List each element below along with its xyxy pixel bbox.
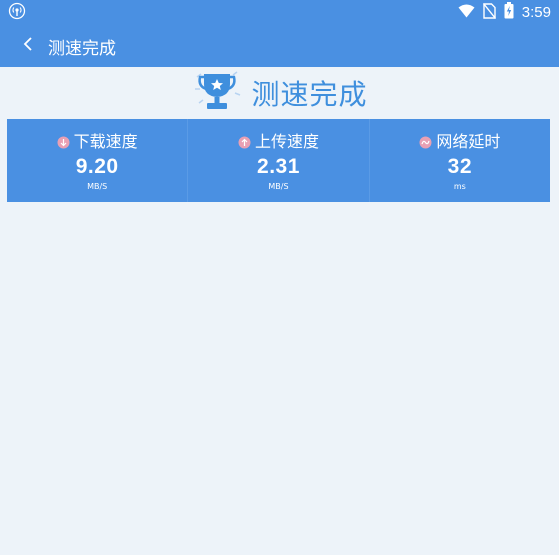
speed-stats-panel: 下载速度 9.20 MB/S 上传速度 2.31 MB/S 网络延时 32 ms [7,119,550,202]
download-stat: 下载速度 9.20 MB/S [7,119,187,202]
result-banner: 测速完成 [0,67,559,119]
latency-unit: ms [453,182,466,191]
no-sim-icon [482,2,496,23]
status-bar: 3:59 [0,0,559,25]
upload-arrow-icon [238,134,251,148]
upload-value: 2.31 [257,155,300,178]
status-icons: 3:59 [458,2,551,23]
result-title: 测速完成 [251,78,368,111]
latency-value: 32 [447,155,472,178]
signal-broadcast-icon [8,2,26,24]
battery-charging-icon [504,2,514,23]
download-arrow-icon [57,134,70,148]
trophy-icon [191,69,243,117]
app-bar: 测速完成 [0,25,559,67]
latency-icon [419,134,432,148]
wifi-icon [458,3,475,22]
back-button[interactable] [6,25,50,67]
latency-stat: 网络延时 32 ms [368,119,550,202]
download-label: 下载速度 [73,132,138,151]
download-unit: MB/S [87,182,108,191]
latency-label: 网络延时 [436,132,501,151]
page-title: 测速完成 [48,38,116,59]
chevron-left-icon [22,36,34,56]
upload-label: 上传速度 [254,132,319,151]
status-time: 3:59 [521,4,551,21]
upload-stat: 上传速度 2.31 MB/S [187,119,368,202]
download-value: 9.20 [75,155,119,178]
upload-unit: MB/S [268,182,289,191]
